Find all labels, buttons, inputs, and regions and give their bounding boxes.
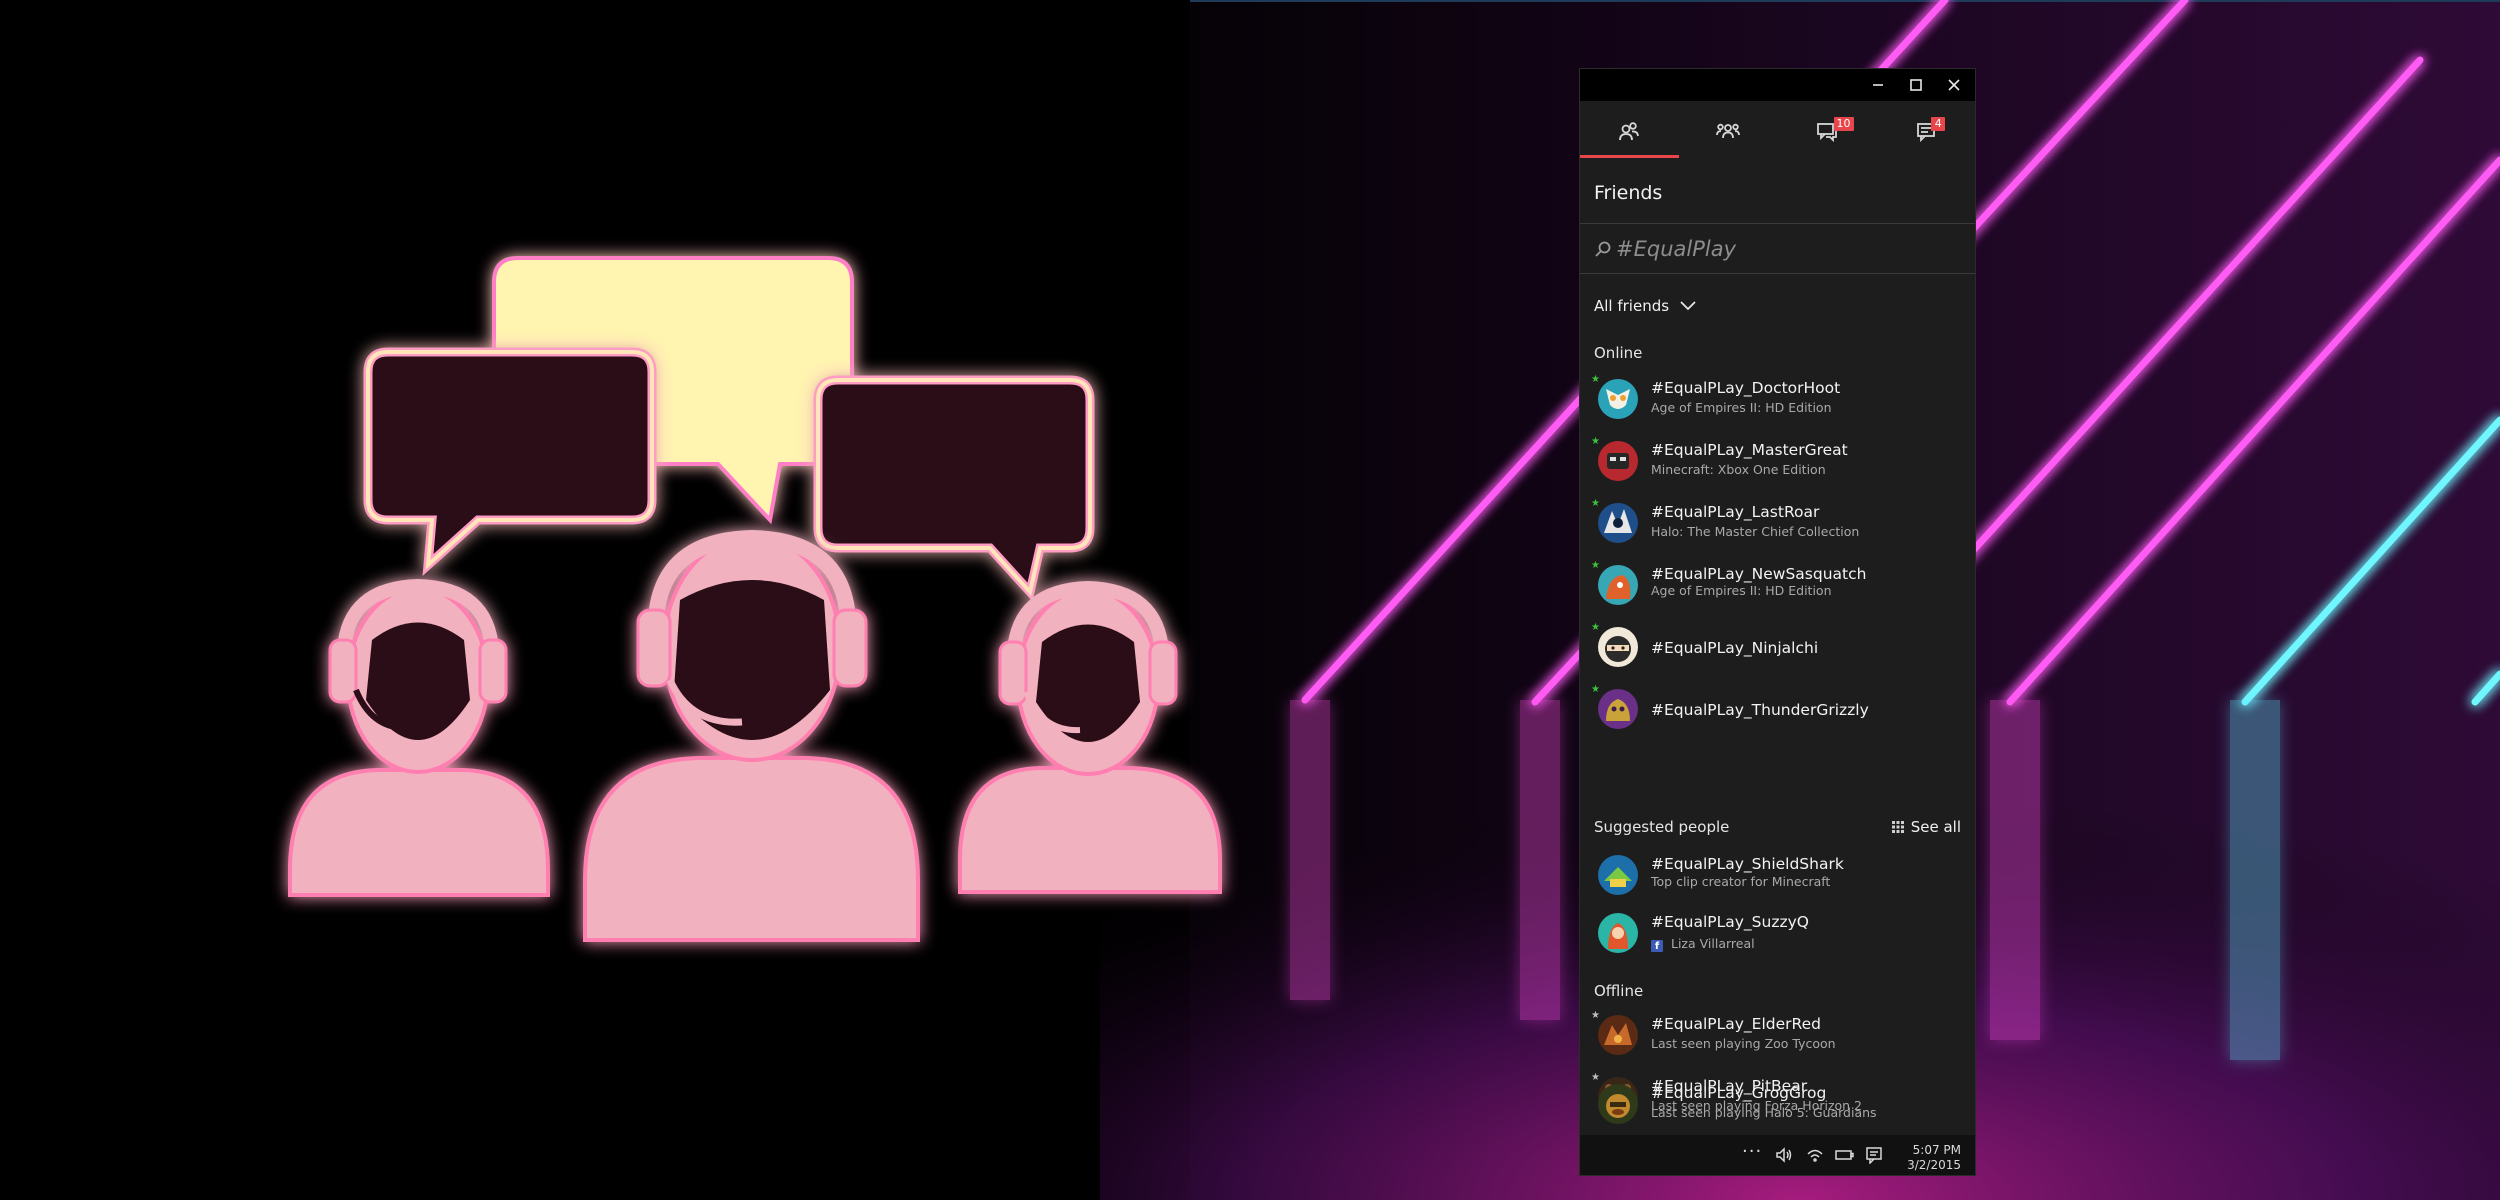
friend-row[interactable]: #EqualPLay_GrogGrog Last seen playing Ha… xyxy=(1580,1083,1975,1135)
section-suggested-label: Suggested people xyxy=(1594,818,1730,836)
online-indicator-icon: ★ xyxy=(1591,560,1600,571)
tray-more-button[interactable]: ··· xyxy=(1742,1141,1762,1162)
online-indicator-icon: ★ xyxy=(1591,684,1600,695)
online-indicator-icon: ★ xyxy=(1591,436,1600,447)
party-icon xyxy=(1716,123,1741,139)
avatar xyxy=(1598,1084,1638,1124)
gamertag: #EqualPLay_ShieldShark xyxy=(1651,855,1844,873)
avatar xyxy=(1598,855,1638,895)
gamertag: #EqualPLay_MasterGreat xyxy=(1651,441,1848,459)
friend-status: Age of Empires II: HD Edition xyxy=(1651,583,1832,598)
friend-status: Minecraft: Xbox One Edition xyxy=(1651,462,1826,477)
gamertag: #EqualPLay_Ninjalchi xyxy=(1651,639,1819,657)
suggested-person-row[interactable]: #EqualPLay_ShieldShark Top clip creator … xyxy=(1580,847,1975,907)
maximize-button[interactable] xyxy=(1897,69,1935,101)
gamertag: #EqualPLay_ElderRed xyxy=(1651,1015,1821,1033)
system-taskbar: ··· 5:07 PM 3/2/2015 xyxy=(1580,1135,1975,1175)
tab-messages[interactable]: 10 xyxy=(1778,101,1877,161)
see-all-button[interactable]: See all xyxy=(1891,818,1961,836)
notifications-badge: 4 xyxy=(1931,117,1946,131)
friend-status: f Liza Villarreal xyxy=(1651,936,1755,952)
gamertag: #EqualPLay_GrogGrog xyxy=(1651,1084,1827,1102)
battery-button[interactable] xyxy=(1835,1146,1855,1168)
search-box[interactable] xyxy=(1580,225,1975,273)
gamertag: #EqualPLay_DoctorHoot xyxy=(1651,379,1841,397)
friend-row[interactable]: ★ #EqualPLay_ThunderGrizzly xyxy=(1580,681,1975,741)
battery-icon xyxy=(1835,1150,1854,1160)
section-online-label: Online xyxy=(1594,344,1643,362)
avatar xyxy=(1598,379,1638,419)
gamertag: #EqualPLay_LastRoar xyxy=(1651,503,1820,521)
action-center-button[interactable] xyxy=(1865,1146,1883,1168)
friend-row[interactable]: ★ #EqualPLay_DoctorHoot Age of Empires I… xyxy=(1580,371,1975,431)
section-offline-label: Offline xyxy=(1594,982,1644,1000)
avatar xyxy=(1598,441,1638,481)
avatar xyxy=(1598,503,1638,543)
gamertag: #EqualPLay_NewSasquatch xyxy=(1651,565,1867,583)
friend-row[interactable]: ★ #EqualPLay_ElderRed Last seen playing … xyxy=(1580,1007,1975,1067)
online-indicator-icon: ★ xyxy=(1591,622,1600,633)
suggested-person-row[interactable]: #EqualPLay_SuzzyQ f Liza Villarreal xyxy=(1580,905,1975,965)
tab-notifications[interactable]: 4 xyxy=(1876,101,1975,161)
facebook-name: Liza Villarreal xyxy=(1671,936,1755,951)
volume-button[interactable] xyxy=(1775,1146,1793,1168)
divider xyxy=(1580,273,1975,274)
friend-status: Last seen playing Zoo Tycoon xyxy=(1651,1036,1836,1051)
close-button[interactable] xyxy=(1935,69,1973,101)
online-indicator-icon: ★ xyxy=(1591,498,1600,509)
friend-row[interactable]: ★ #EqualPLay_Ninjalchi xyxy=(1580,619,1975,679)
friend-row[interactable]: ★ #EqualPLay_MasterGreat Minecraft: Xbox… xyxy=(1580,433,1975,493)
friend-status: Age of Empires II: HD Edition xyxy=(1651,400,1832,415)
tab-friends[interactable] xyxy=(1580,101,1679,161)
avatar xyxy=(1598,627,1638,667)
avatar xyxy=(1598,565,1638,605)
friend-status: Last seen playing Halo 5: Guardians xyxy=(1651,1105,1877,1120)
clock-date: 3/2/2015 xyxy=(1907,1158,1961,1172)
favorite-star-icon: ★ xyxy=(1591,1072,1600,1083)
network-button[interactable] xyxy=(1807,1146,1823,1168)
volume-icon xyxy=(1776,1147,1792,1163)
friends-filter-dropdown[interactable]: All friends xyxy=(1594,293,1697,319)
wifi-icon xyxy=(1807,1149,1823,1162)
tab-bar: 10 4 xyxy=(1580,101,1975,161)
filter-label: All friends xyxy=(1594,297,1670,315)
friends-icon xyxy=(1619,122,1640,141)
search-input[interactable] xyxy=(1616,233,1956,265)
minimize-icon xyxy=(1873,84,1883,86)
avatar xyxy=(1598,689,1638,729)
page-title: Friends xyxy=(1594,182,1663,204)
divider xyxy=(1580,223,1975,224)
gamertag: #EqualPLay_SuzzyQ xyxy=(1651,913,1809,931)
search-icon xyxy=(1594,240,1612,262)
friend-status: Top clip creator for Minecraft xyxy=(1651,874,1831,889)
action-center-icon xyxy=(1866,1147,1882,1165)
neon-background xyxy=(0,0,2500,1200)
friend-row[interactable]: ★ #EqualPLay_NewSasquatch Age of Empires… xyxy=(1580,557,1975,617)
favorite-star-icon: ★ xyxy=(1591,1010,1600,1021)
tab-party[interactable] xyxy=(1679,101,1778,161)
facebook-icon: f xyxy=(1651,940,1663,952)
close-icon xyxy=(1948,79,1960,91)
friend-row[interactable]: ★ #EqualPLay_LastRoar Halo: The Master C… xyxy=(1580,495,1975,555)
friend-status: Halo: The Master Chief Collection xyxy=(1651,524,1860,539)
minimize-button[interactable] xyxy=(1859,69,1897,101)
online-indicator-icon: ★ xyxy=(1591,374,1600,385)
xbox-friends-panel: 10 4 Friends All friends Online ★ #Equal… xyxy=(1580,69,1975,1175)
see-all-label: See all xyxy=(1910,818,1961,836)
avatar xyxy=(1598,913,1638,953)
avatar xyxy=(1598,1015,1638,1055)
gamertag: #EqualPLay_ThunderGrizzly xyxy=(1651,701,1869,719)
clock-time: 5:07 PM xyxy=(1912,1143,1961,1157)
grid-icon xyxy=(1891,821,1904,833)
maximize-icon xyxy=(1910,79,1922,91)
title-bar xyxy=(1580,69,1975,101)
messages-badge: 10 xyxy=(1833,117,1854,131)
chevron-down-icon xyxy=(1680,301,1696,311)
